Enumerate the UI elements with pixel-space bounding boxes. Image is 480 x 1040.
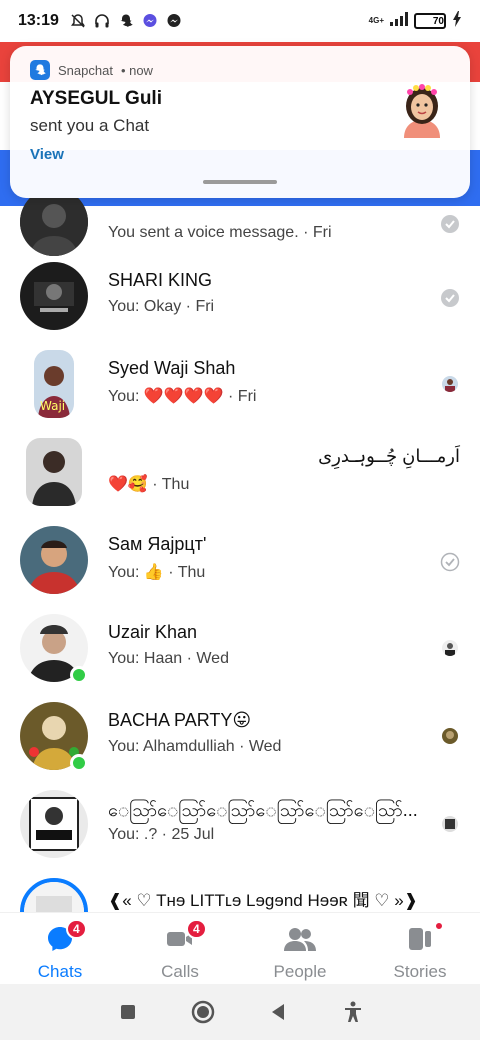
back-button[interactable] [265,999,291,1025]
chat-row[interactable]: BACHA PARTY😛 You: Alhamdulliah · Wed [0,692,480,780]
status-time: 13:19 [18,12,59,29]
chats-badge: 4 [66,919,87,939]
notification-view-button[interactable]: View [30,146,64,163]
svg-text:Waji: Waji [40,399,65,413]
chat-preview: You: 👍 · Thu [108,564,206,581]
sent-check-icon [440,552,460,572]
mute-icon [69,12,87,30]
chat-row[interactable]: ❰« ♡ Tнɘ LITTʟɘ Lɘgɘnd Hɘɘʀ 聞 ♡ »❱ [0,868,480,912]
chat-name: Sам Яајрцт' [108,534,207,554]
online-indicator [70,666,88,684]
seen-avatar [442,728,458,744]
chat-row[interactable]: Uzair Khan You: Haan · Wed [0,604,480,692]
chat-row[interactable]: اَرمـــانِ چُــوہـدرِی ❤️🥰 · Thu [0,428,480,516]
tab-label: Stories [393,962,447,981]
notification-drag-handle[interactable] [203,180,277,184]
read-check-icon [440,288,460,308]
seen-avatar [442,816,458,832]
chat-preview: You: ❤️❤️❤️❤️ · Fri [108,388,257,405]
chat-preview: You sent a voice message. · Fri [108,224,332,241]
chat-preview: You: Alhamdulliah · Wed [108,738,282,755]
chat-row[interactable]: ေသြာ်ေသြာ်ေသြာ်ေသြာ်ေသြာ်ေသြာ်... You: .… [0,780,480,868]
chat-preview: You: Okay · Fri [108,298,215,315]
notification-app-name: Snapchat [58,62,113,78]
avatar: Waji [34,350,74,418]
read-check-icon [440,214,460,234]
chat-name: Syed Waji Shah [108,358,236,378]
avatar [20,526,88,594]
avatar [26,438,82,506]
chat-preview: ❤️🥰 · Thu [108,476,190,493]
chat-name: Uzair Khan [108,622,198,642]
battery-level: 70 [432,15,444,27]
tab-label: Calls [161,962,199,981]
chat-name: SHARI KING [108,270,213,290]
online-indicator [70,754,88,772]
notification-text: sent you a Chat [30,116,150,135]
network-type: 4G+ [368,16,384,25]
messenger-screen: 13:19 4G+ 70 Snapchat • now AYSEGUL Guli… [0,0,480,1040]
chat-row[interactable]: Sам Яајрцт' You: 👍 · Thu [0,516,480,604]
tab-stories[interactable]: Stories [360,913,480,984]
notification-title: AYSEGUL Guli [30,88,162,109]
chat-row[interactable]: SHARI KING You: Okay · Fri [0,252,480,340]
chat-list[interactable]: You sent a voice message. · Fri SHARI KI… [0,198,480,912]
avatar [20,878,88,912]
signal-icon [390,11,408,31]
chat-preview: You: .? · 25 Jul [108,826,215,843]
headphones-icon [93,12,111,30]
recents-button[interactable] [115,999,141,1025]
messenger-icon [165,12,183,30]
avatar [20,198,88,256]
chat-name: اَرمـــانِ چُــوہـدرِی [318,446,460,466]
calls-badge: 4 [186,919,207,939]
stories-icon [406,925,434,958]
people-icon [284,925,316,958]
chat-preview: You: Haan · Wed [108,650,229,667]
seen-avatar [442,640,458,656]
seen-avatar [442,376,458,392]
chat-name: ❰« ♡ Tнɘ LITTʟɘ Lɘgɘnd Hɘɘʀ 聞 ♡ »❱ [108,891,418,910]
system-navigation-bar [0,984,480,1040]
stories-dot [434,921,444,931]
snapchat-notification[interactable]: Snapchat • now AYSEGUL Guli sent you a C… [10,46,470,198]
status-bar: 13:19 4G+ 70 [0,0,480,42]
charging-icon [452,10,462,32]
chat-name: ေသြာ်ေသြာ်ေသြာ်ေသြာ်ေသြာ်ေသြာ်... [108,800,418,820]
tab-label: People [273,962,327,981]
snapchat-app-icon [30,60,50,80]
tab-people[interactable]: People [240,913,360,984]
notification-time: • now [120,62,153,78]
messenger-icon [141,12,159,30]
avatar [20,790,88,858]
home-button[interactable] [190,999,216,1025]
tab-calls[interactable]: 4 Calls [120,913,240,984]
bottom-tab-bar: 4 Chats 4 Calls People Stories [0,912,480,984]
chat-name: BACHA PARTY😛 [108,710,252,730]
accessibility-icon[interactable] [340,999,366,1025]
tab-label: Chats [37,962,83,981]
chat-row[interactable]: Waji Syed Waji Shah You: ❤️❤️❤️❤️ · Fri [0,340,480,428]
avatar [20,262,88,330]
battery-indicator: 70 [414,13,446,29]
snapchat-icon [117,12,135,30]
tab-chats[interactable]: 4 Chats [0,913,120,984]
bitmoji-avatar [396,80,448,138]
